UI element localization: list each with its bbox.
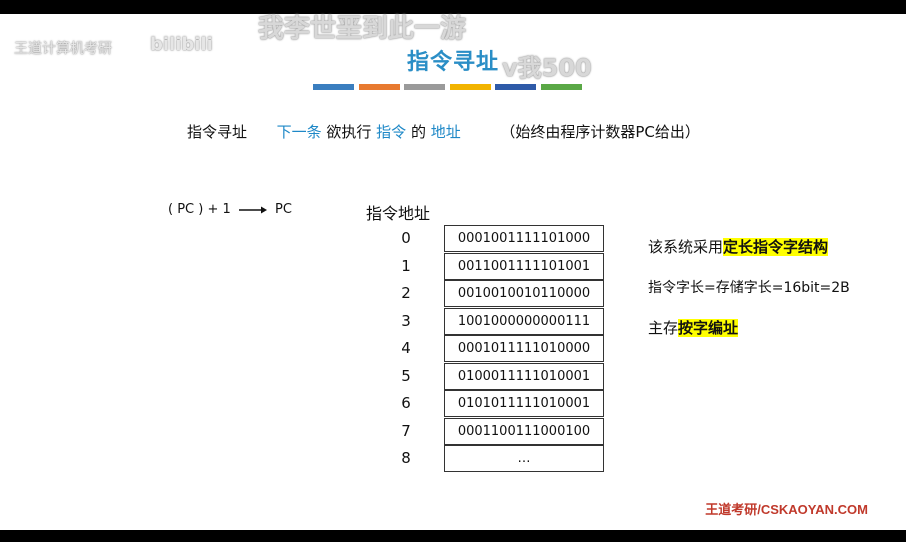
note-addressing-prefix: 主存 [648,319,679,337]
instruction-cell: 0011001111101001 [444,252,604,280]
address-index: 3 [401,311,411,330]
address-table-header: 指令地址 [366,204,431,223]
note-addressing-highlight: 按字编址 [678,319,739,337]
note-fixed-length-highlight: 定长指令字结构 [723,238,829,256]
definition-note: （始终由程序计数器PC给出） [500,123,700,141]
address-index: 7 [401,421,411,440]
definition-next: 下一条 [276,123,322,141]
color-bar [358,84,400,90]
instruction-cell: 0001011111010000 [444,335,604,362]
note-fixed-length-prefix: 该系统采用 [648,238,724,256]
definition-line: 指令寻址 下一条 欲执行 指令 的 地址 （始终由程序计数器PC给出） [187,121,700,142]
definition-of: 的 [410,123,426,141]
address-index: 8 [401,449,411,467]
address-index: 2 [401,284,411,302]
address-index: 5 [401,366,411,385]
arrow-right-icon [238,206,267,213]
definition-execute: 欲执行 [326,123,372,141]
address-index: 4 [401,339,411,357]
note-word-length: 指令字长=存储字长=16bit=2B [648,280,850,296]
instruction-cell: 1001000000000111 [444,307,604,335]
color-bar [404,84,445,90]
color-bar [540,84,582,90]
instruction-cell: 0101011111010001 [444,390,604,417]
definition-instruction: 指令 [376,123,407,141]
instruction-cell: 0010010010110000 [444,280,604,307]
address-index: 1 [401,256,411,275]
slide: 我李世垩到此一游 王道计算机考研 bilibili 指令寻址 v我500 指令寻… [0,14,906,530]
pc-formula: ( PC ) + 1 PC [168,202,292,217]
color-bar [449,84,491,90]
formula-left: ( PC ) + 1 [168,202,231,217]
instruction-cell: 0001100111000100 [444,417,604,445]
danmaku-comment-2: v我500 [502,54,592,82]
address-index: 6 [401,394,411,412]
definition-term: 指令寻址 [187,123,248,141]
color-bar [495,84,536,90]
danmaku-comment: 我李世垩到此一游 [258,14,467,44]
note-addressing: 主存按字编址 [648,317,739,338]
definition-address: 地址 [430,123,461,141]
formula-right: PC [275,202,292,217]
instruction-cell: 0001001111101000 [444,225,604,252]
footer-brand: 王道考研/CSKAOYAN.COM [705,502,868,517]
slide-title: 指令寻址 [406,50,499,75]
instruction-cell: … [444,445,604,472]
note-fixed-length: 该系统采用定长指令字结构 [648,236,829,257]
color-bar [313,84,354,90]
instruction-cell: 0100011111010001 [444,362,604,390]
address-index: 0 [401,229,411,247]
